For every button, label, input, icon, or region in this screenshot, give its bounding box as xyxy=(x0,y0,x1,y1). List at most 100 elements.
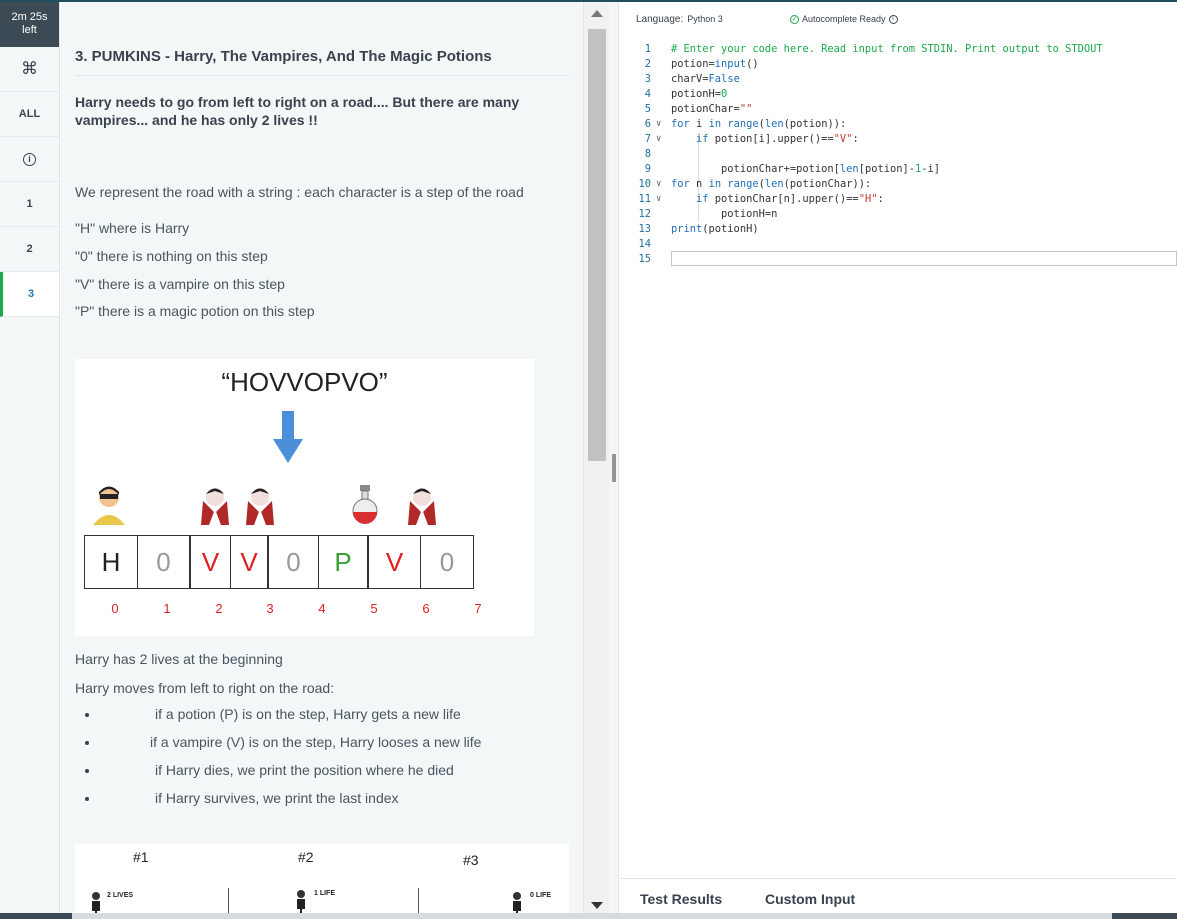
line-number: 13 xyxy=(638,223,651,235)
line-number: 10 xyxy=(638,178,651,190)
sidebar-item-question-3[interactable]: 3 xyxy=(0,272,59,317)
road-illustration: “HOVVOPVO” H 0 V V 0 P V 0 0 1 2 3 4 5 6… xyxy=(75,359,534,636)
problem-title: 3. PUMKINS - Harry, The Vampires, And Th… xyxy=(75,48,569,76)
code-line: 7 ∨ if potion[i].upper()=="V": xyxy=(620,132,1177,147)
lives-label: 0 LIFE xyxy=(530,892,552,899)
road-cell: 0 xyxy=(269,536,319,588)
code-line: 4 potionH=0 xyxy=(620,87,1177,102)
fold-icon[interactable]: ∨ xyxy=(656,192,661,207)
sidebar-item-label: ALL xyxy=(18,108,41,120)
language-value[interactable]: Python 3 xyxy=(687,14,723,24)
bullet-icon xyxy=(85,797,89,801)
scroll-down-icon[interactable] xyxy=(591,902,603,909)
panel-resize-handle[interactable] xyxy=(609,2,619,919)
code-line: 1 # Enter your code here. Read input from… xyxy=(620,42,1177,57)
road-index: 6 xyxy=(422,601,430,616)
autocomplete-status: ✓ Autocomplete Ready i xyxy=(790,14,898,24)
bullet-icon xyxy=(85,741,89,745)
code-line: 12 potionH=n xyxy=(620,207,1177,222)
check-icon: ✓ xyxy=(790,14,799,24)
road-index: 3 xyxy=(266,601,274,616)
scroll-up-icon[interactable] xyxy=(591,10,603,17)
vampire-icon xyxy=(408,488,436,525)
harry-icon xyxy=(93,486,125,525)
legend-harry: "H" where is Harry xyxy=(75,220,190,236)
lives-text: Harry has 2 lives at the beginning xyxy=(75,651,283,667)
road-cell: 0 xyxy=(138,536,191,588)
lives-label: 1 LIFE xyxy=(314,890,336,897)
code-line: 5 potionChar="" xyxy=(620,102,1177,117)
legend-potion: "P" there is a magic potion on this step xyxy=(75,303,315,319)
line-number: 9 xyxy=(644,163,651,175)
problem-statement-panel: 3. PUMKINS - Harry, The Vampires, And Th… xyxy=(61,2,583,919)
list-item-text: if a vampire (V) is on the step, Harry l… xyxy=(150,734,482,750)
code-line: 3 charV=False xyxy=(620,72,1177,87)
road-cells: H 0 V V 0 P V 0 xyxy=(84,535,474,589)
line-number: 11 xyxy=(638,193,651,205)
sidebar-item-info[interactable]: i xyxy=(0,137,59,182)
divider xyxy=(418,888,419,916)
line-number: 15 xyxy=(638,253,651,265)
tab-test-results[interactable]: Test Results xyxy=(640,891,722,907)
line-number: 2 xyxy=(644,58,651,70)
road-description: We represent the road with a string : ea… xyxy=(75,184,524,200)
sidebar-item-label: 3 xyxy=(27,288,35,300)
example-illustration: #1 #2 #3 2 LIVES 1 LIFE 0 LIFE xyxy=(75,844,569,919)
line-number: 4 xyxy=(644,88,651,100)
line-number: 14 xyxy=(638,238,651,250)
language-selector[interactable]: Language: Python 3 xyxy=(636,14,723,25)
list-item: if a potion (P) is on the step, Harry ge… xyxy=(75,706,575,734)
code-area[interactable]: 1 # Enter your code here. Read input from… xyxy=(620,42,1177,267)
line-number: 7 xyxy=(644,133,651,145)
list-item-text: if Harry survives, we print the last ind… xyxy=(155,790,399,806)
scrollbar-thumb[interactable] xyxy=(72,913,1112,919)
question-sidebar: 2m 25s left ⌘ ALL i 1 2 3 xyxy=(0,2,60,919)
list-item-text: if Harry dies, we print the position whe… xyxy=(155,762,454,778)
road-cell: 0 xyxy=(439,546,455,577)
horizontal-scrollbar[interactable] xyxy=(0,913,1177,919)
code-line: 8 xyxy=(620,147,1177,162)
sidebar-item-question-1[interactable]: 1 xyxy=(0,182,59,227)
code-line: 13 print(potionH) xyxy=(620,222,1177,237)
vampire-icon xyxy=(246,488,274,525)
language-label: Language: xyxy=(636,14,684,25)
road-cell: P xyxy=(319,536,369,588)
road-cell: H xyxy=(85,536,138,588)
road-cell: V xyxy=(191,536,231,588)
list-item: if Harry dies, we print the position whe… xyxy=(75,762,575,790)
down-arrow-icon xyxy=(273,411,303,463)
legend-nothing: "0" there is nothing on this step xyxy=(75,248,268,264)
code-line: 9 potionChar+=potion[len[potion]-1-i] xyxy=(620,162,1177,177)
code-editor-panel: Language: Python 3 ✓ Autocomplete Ready i… xyxy=(620,2,1177,919)
autocomplete-label: Autocomplete Ready xyxy=(802,14,886,24)
sidebar-item-all[interactable]: ALL xyxy=(0,92,59,137)
command-palette-button[interactable]: ⌘ xyxy=(0,47,59,92)
active-line-highlight[interactable] xyxy=(671,251,1177,266)
sidebar-item-question-2[interactable]: 2 xyxy=(0,227,59,272)
fold-icon[interactable]: ∨ xyxy=(656,132,661,147)
line-number: 1 xyxy=(644,43,651,55)
bullet-icon xyxy=(85,769,89,773)
bullet-icon xyxy=(85,713,89,717)
example-label: #2 xyxy=(298,849,314,865)
fold-icon[interactable]: ∨ xyxy=(656,117,661,132)
command-icon: ⌘ xyxy=(21,59,38,78)
road-index: 0 xyxy=(111,601,119,616)
scrollbar-thumb[interactable] xyxy=(588,29,606,461)
road-cell: V xyxy=(369,536,421,588)
info-icon[interactable]: i xyxy=(888,14,898,24)
example-label: #1 xyxy=(133,849,149,865)
code-line: 11 ∨ if potionChar[n].upper()=="H": xyxy=(620,192,1177,207)
line-number: 3 xyxy=(644,73,651,85)
timer-value: 2m 25s xyxy=(11,11,48,23)
rules-list: if a potion (P) is on the step, Harry ge… xyxy=(75,706,575,818)
legend-vampire: "V" there is a vampire on this step xyxy=(75,276,285,292)
tab-custom-input[interactable]: Custom Input xyxy=(765,891,855,907)
line-number: 6 xyxy=(644,118,651,130)
problem-scrollbar[interactable] xyxy=(583,2,609,919)
fold-icon[interactable]: ∨ xyxy=(656,177,661,192)
list-item: if a vampire (V) is on the step, Harry l… xyxy=(75,734,575,762)
info-icon: i xyxy=(23,152,36,166)
sidebar-item-label: 2 xyxy=(26,243,33,255)
code-line: 6 ∨ for i in range(len(potion)): xyxy=(620,117,1177,132)
